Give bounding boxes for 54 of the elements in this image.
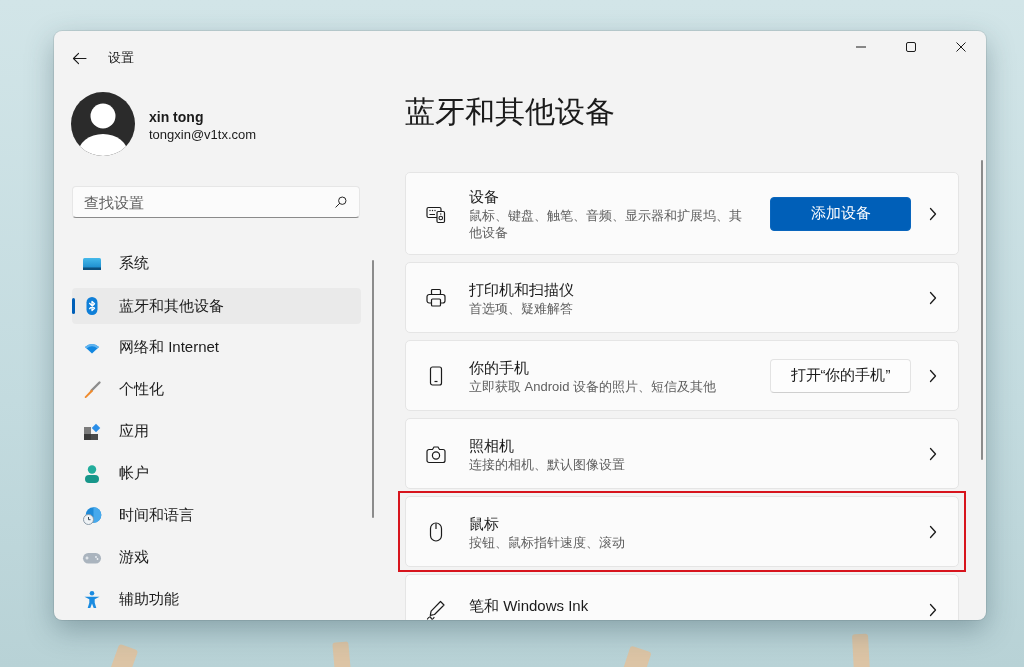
paintbrush-icon — [82, 379, 102, 400]
sidebar-item[interactable]: 蓝牙和其他设备 — [72, 288, 361, 324]
window-title: 设置 — [108, 49, 134, 67]
settings-card[interactable]: 你的手机 立即获取 Android 设备的照片、短信及其他 打开“你的手机” — [405, 340, 959, 411]
settings-card[interactable]: 设备 鼠标、键盘、触笔、音频、显示器和扩展坞、其他设备 添加设备 — [405, 172, 959, 255]
chevron-right-icon — [929, 524, 937, 539]
person-icon — [82, 463, 102, 484]
card-subtitle: 立即获取 Android 设备的照片、短信及其他 — [469, 377, 718, 395]
wooden-peg — [851, 633, 871, 667]
search-field[interactable]: 查找设置 — [72, 186, 360, 218]
card-subtitle: 鼠标、键盘、触笔、音频、显示器和扩展坞、其他设备 — [469, 207, 743, 241]
card-title: 你的手机 — [469, 357, 530, 378]
camera-icon — [426, 443, 446, 464]
settings-card[interactable]: 打印机和扫描仪 首选项、疑难解答 — [405, 262, 959, 333]
sidebar-item[interactable]: 游戏 — [72, 540, 361, 575]
printer-icon — [426, 287, 446, 308]
card-title: 设备 — [469, 187, 500, 207]
chevron-right-icon — [929, 206, 937, 221]
add-device-button[interactable]: 添加设备 — [770, 196, 911, 231]
arrow-left-icon — [71, 51, 87, 65]
card-title: 打印机和扫描仪 — [469, 279, 575, 300]
account-email: tongxin@v1tx.com — [149, 126, 257, 144]
settings-card[interactable]: 笔和 Windows Ink — [405, 574, 959, 620]
scrollbar[interactable] — [372, 260, 374, 518]
close-icon — [956, 42, 966, 52]
chevron-right-icon — [929, 602, 937, 617]
chevron-right-icon — [929, 290, 937, 305]
scrollbar[interactable] — [981, 160, 983, 460]
sidebar-item[interactable]: 应用 — [72, 414, 361, 449]
sidebar-item[interactable]: 系统 — [72, 246, 361, 281]
open-app-button[interactable]: 打开“你的手机” — [770, 358, 911, 393]
search-icon — [335, 196, 347, 208]
account-name: xin tong — [149, 108, 205, 126]
settings-card[interactable]: 照相机 连接的相机、默认图像设置 — [405, 418, 959, 489]
chevron-right-icon — [929, 446, 937, 461]
wooden-peg — [332, 641, 352, 667]
card-subtitle: 首选项、疑难解答 — [469, 299, 574, 317]
sidebar-item[interactable]: 帐户 — [72, 456, 361, 491]
maximize-icon — [906, 42, 916, 52]
card-subtitle: 按钮、鼠标指针速度、滚动 — [469, 533, 626, 551]
card-title: 笔和 Windows Ink — [469, 596, 590, 616]
pen-icon — [426, 599, 446, 620]
card-subtitle: 连接的相机、默认图像设置 — [469, 455, 626, 473]
sidebar-item[interactable]: 网络和 Internet — [72, 330, 361, 365]
globe-clock-icon — [82, 505, 102, 526]
chevron-right-icon — [929, 368, 937, 383]
card-title: 鼠标 — [469, 513, 500, 534]
sidebar-item[interactable]: 时间和语言 — [72, 498, 361, 533]
card-title: 照相机 — [469, 435, 515, 456]
sidebar-item[interactable]: 辅助功能 — [72, 582, 361, 617]
settings-card[interactable]: 鼠标 按钮、鼠标指针速度、滚动 — [405, 496, 959, 567]
app-tiles-icon — [82, 421, 102, 442]
sidebar-item[interactable]: 个性化 — [72, 372, 361, 407]
page-title: 蓝牙和其他设备 — [405, 94, 616, 130]
